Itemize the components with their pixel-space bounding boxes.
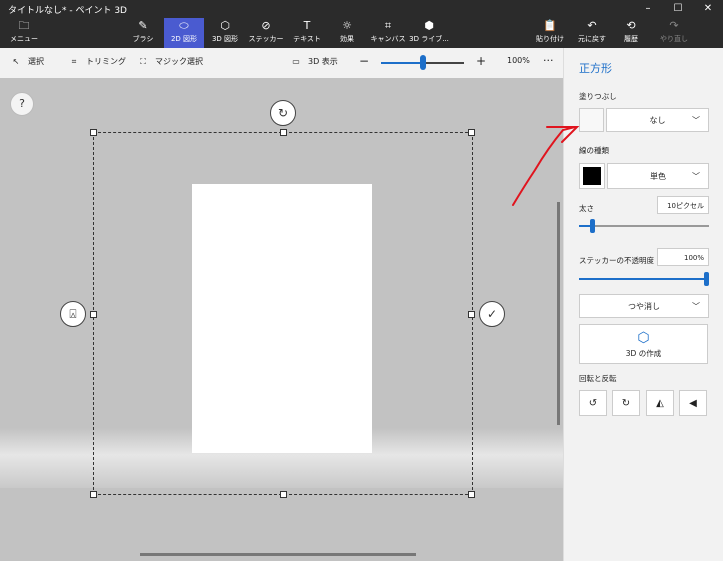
annotation-arrow [512, 126, 580, 206]
